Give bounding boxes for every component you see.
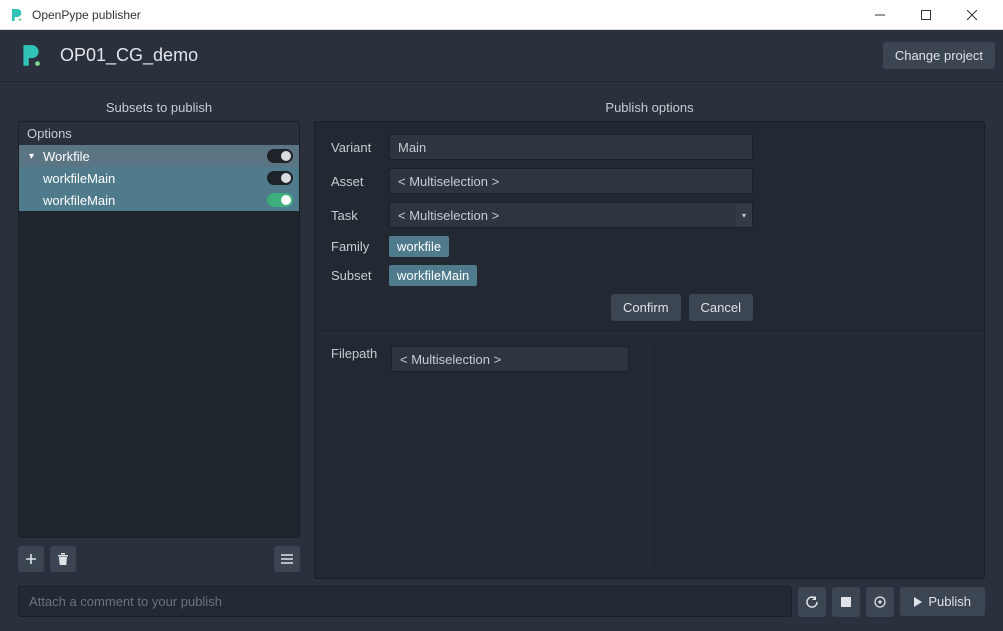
close-button[interactable]: [949, 0, 995, 30]
variant-label: Variant: [331, 140, 389, 155]
project-name: OP01_CG_demo: [60, 45, 883, 66]
asset-label: Asset: [331, 174, 389, 189]
options-header: Options: [19, 122, 299, 145]
toggle-switch[interactable]: [267, 149, 293, 163]
family-label: Family: [331, 239, 389, 254]
cancel-button[interactable]: Cancel: [689, 294, 753, 321]
chevron-down-icon: ▾: [29, 151, 41, 162]
subsets-title: Subsets to publish: [18, 100, 300, 115]
subsets-toolbar: [18, 546, 300, 572]
filepath-section: Filepath: [331, 346, 968, 566]
task-label: Task: [331, 208, 389, 223]
subset-row: Subset workfileMain: [331, 265, 968, 286]
confirm-button[interactable]: Confirm: [611, 294, 681, 321]
logo-icon: [18, 43, 44, 69]
target-icon: [873, 595, 887, 609]
task-select[interactable]: < Multiselection > ▾: [389, 202, 753, 228]
app-body: OP01_CG_demo Change project Subsets to p…: [0, 30, 1003, 631]
variant-row: Variant: [331, 134, 968, 160]
reset-button[interactable]: [798, 587, 826, 617]
asset-input[interactable]: [389, 168, 753, 194]
subsets-box: Options ▾ Workfile workfileMain: [18, 121, 300, 538]
subset-label: Subset: [331, 268, 389, 283]
publish-options-panel: Publish options Variant Asset Task < Mul…: [314, 100, 985, 572]
filepath-label: Filepath: [331, 346, 391, 361]
add-button[interactable]: [18, 546, 44, 572]
plus-icon: [25, 553, 37, 565]
app-header: OP01_CG_demo Change project: [0, 30, 1003, 82]
task-row: Task < Multiselection > ▾: [331, 202, 968, 228]
menu-button[interactable]: [274, 546, 300, 572]
subset-label: Workfile: [43, 149, 267, 164]
hamburger-icon: [281, 554, 293, 564]
divider-vertical: [649, 346, 650, 566]
task-value: < Multiselection >: [398, 208, 499, 223]
subset-label: workfileMain: [43, 193, 267, 208]
publish-options-box: Variant Asset Task < Multiselection > ▾: [314, 121, 985, 579]
maximize-button[interactable]: [903, 0, 949, 30]
confirm-row: Confirm Cancel: [331, 294, 753, 321]
family-badge: workfile: [389, 236, 449, 257]
comment-input[interactable]: [18, 586, 792, 617]
subsets-panel: Subsets to publish Options ▾ Workfile wo…: [18, 100, 300, 572]
toggle-switch[interactable]: [267, 171, 293, 185]
stop-icon: [840, 596, 852, 608]
subset-list: ▾ Workfile workfileMain workfileMain: [19, 145, 299, 537]
play-icon: [914, 597, 922, 607]
subset-badge: workfileMain: [389, 265, 477, 286]
trash-icon: [57, 553, 69, 566]
refresh-icon: [805, 595, 819, 609]
chevron-down-icon: ▾: [736, 203, 752, 227]
validate-button[interactable]: [866, 587, 894, 617]
publish-label: Publish: [928, 594, 971, 609]
toggle-switch[interactable]: [267, 193, 293, 207]
variant-input[interactable]: [389, 134, 753, 160]
subset-item[interactable]: workfileMain: [19, 189, 299, 211]
footer: Publish: [0, 580, 1003, 631]
window-controls: [857, 0, 995, 30]
stop-button[interactable]: [832, 587, 860, 617]
window-titlebar: OpenPype publisher: [0, 0, 1003, 30]
publish-button[interactable]: Publish: [900, 587, 985, 616]
window-title: OpenPype publisher: [32, 8, 857, 22]
main-content: Subsets to publish Options ▾ Workfile wo…: [0, 82, 1003, 580]
asset-row: Asset: [331, 168, 968, 194]
subset-item[interactable]: workfileMain: [19, 167, 299, 189]
delete-button[interactable]: [50, 546, 76, 572]
change-project-button[interactable]: Change project: [883, 42, 995, 69]
subset-label: workfileMain: [43, 171, 267, 186]
filepath-input[interactable]: [391, 346, 629, 372]
divider: [315, 333, 984, 334]
family-row: Family workfile: [331, 236, 968, 257]
app-icon: [8, 7, 24, 23]
minimize-button[interactable]: [857, 0, 903, 30]
publish-options-title: Publish options: [314, 100, 985, 115]
subset-group-workfile[interactable]: ▾ Workfile: [19, 145, 299, 167]
